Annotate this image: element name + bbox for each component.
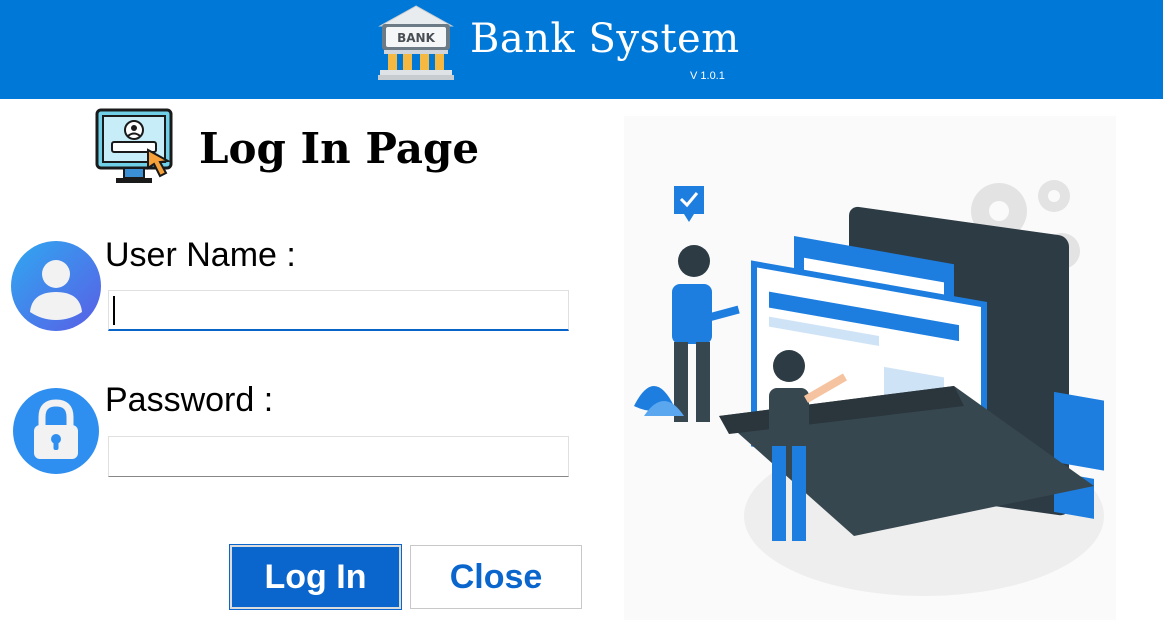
padlock-icon — [13, 388, 99, 474]
people-with-laptop-illustration — [624, 116, 1116, 620]
page-title: Log In Page — [199, 124, 480, 173]
app-title: Bank System — [470, 16, 740, 62]
user-avatar-icon — [11, 241, 101, 331]
bank-logo-text: BANK — [397, 31, 435, 45]
app-header: BANK Bank System V 1.0.1 — [0, 0, 1163, 99]
app-version: V 1.0.1 — [690, 70, 725, 82]
computer-login-icon — [95, 108, 173, 183]
bank-building-icon: BANK — [378, 5, 454, 80]
login-button[interactable]: Log In — [229, 544, 402, 610]
close-button[interactable]: Close — [410, 545, 582, 609]
text-cursor — [113, 296, 115, 325]
password-input[interactable] — [108, 436, 569, 477]
username-label: User Name : — [105, 236, 296, 274]
password-label: Password : — [105, 381, 274, 419]
username-input[interactable] — [108, 290, 569, 331]
